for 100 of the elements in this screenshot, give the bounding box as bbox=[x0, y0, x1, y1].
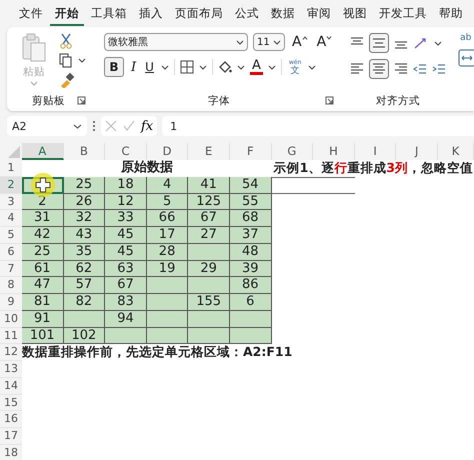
row-header[interactable]: 12 bbox=[0, 344, 22, 361]
row-header[interactable]: 4 bbox=[0, 210, 22, 227]
fill-bucket-icon[interactable] bbox=[218, 60, 232, 74]
font-color-button[interactable]: A bbox=[250, 60, 263, 74]
row-header[interactable]: 8 bbox=[0, 277, 22, 294]
table-cell: 39 bbox=[230, 260, 272, 278]
column-header[interactable]: F bbox=[230, 143, 272, 160]
table-cell: 125 bbox=[188, 194, 230, 210]
column-header[interactable]: C bbox=[105, 143, 147, 160]
column-header[interactable]: J bbox=[396, 143, 438, 160]
caret-icon[interactable] bbox=[434, 40, 442, 46]
name-box[interactable]: A2 bbox=[7, 116, 87, 136]
row-header[interactable]: 11 bbox=[0, 328, 22, 344]
copy-icon[interactable] bbox=[59, 53, 73, 68]
shrink-font-button[interactable]: A bbox=[314, 34, 334, 50]
row-header[interactable]: 3 bbox=[0, 194, 22, 210]
row-header[interactable]: 6 bbox=[0, 244, 22, 260]
menu-tab[interactable]: 帮助 bbox=[434, 2, 468, 26]
caret-icon[interactable] bbox=[160, 64, 169, 70]
row-header[interactable]: 15 bbox=[0, 394, 22, 412]
row-header[interactable]: 9 bbox=[0, 294, 22, 311]
table-cell: 25 bbox=[22, 244, 64, 260]
formula-field[interactable]: 1 bbox=[162, 116, 474, 136]
row-header[interactable]: 10 bbox=[0, 310, 22, 328]
column-header[interactable]: H bbox=[313, 143, 355, 160]
menu-tab[interactable]: 数据 bbox=[266, 2, 300, 26]
decrease-indent-icon[interactable] bbox=[413, 62, 428, 76]
caret-down-icon bbox=[326, 36, 332, 40]
more-icon[interactable] bbox=[92, 120, 96, 132]
row-header[interactable]: 2 bbox=[0, 176, 22, 194]
group-label: 对齐方式 bbox=[376, 94, 420, 108]
caret-icon[interactable] bbox=[198, 64, 207, 70]
row-header[interactable]: 13 bbox=[0, 361, 22, 378]
row-header[interactable]: 18 bbox=[0, 444, 22, 460]
menu-tab[interactable]: 审阅 bbox=[302, 2, 336, 26]
row-header[interactable]: 1 bbox=[0, 160, 22, 177]
table-cell: 25 bbox=[64, 176, 106, 194]
column-header[interactable]: B bbox=[64, 143, 106, 160]
table-cell: 45 bbox=[105, 227, 147, 244]
borders-icon[interactable] bbox=[180, 60, 194, 74]
table-cell: 86 bbox=[230, 277, 272, 294]
menu-tab[interactable]: 页面布局 bbox=[170, 2, 228, 26]
column-header[interactable]: K bbox=[438, 143, 474, 160]
align-center-icon[interactable] bbox=[369, 59, 390, 79]
check-icon[interactable] bbox=[123, 120, 135, 132]
column-header[interactable]: A bbox=[22, 143, 64, 160]
column-header[interactable]: I bbox=[354, 143, 396, 160]
align-middle-icon[interactable] bbox=[369, 33, 390, 53]
table-cell: 5 bbox=[146, 194, 188, 210]
row-header[interactable]: 14 bbox=[0, 378, 22, 394]
column-header[interactable]: G bbox=[272, 143, 314, 160]
menu-tab[interactable]: 开发工具 bbox=[374, 2, 432, 26]
wrap-text-button[interactable]: ab bbox=[458, 33, 474, 43]
row-header[interactable]: 16 bbox=[0, 411, 22, 428]
caret-icon[interactable] bbox=[273, 40, 281, 44]
table-cell: 83 bbox=[105, 294, 147, 311]
table-cell: 57 bbox=[64, 277, 106, 294]
column-header[interactable]: D bbox=[146, 143, 188, 160]
table-cell: 102 bbox=[64, 328, 106, 344]
row-header[interactable]: 7 bbox=[0, 260, 22, 278]
cut-icon[interactable] bbox=[59, 33, 73, 49]
font-size-dropdown[interactable]: 11 bbox=[253, 33, 285, 51]
table-cell: 17 bbox=[146, 227, 188, 244]
caret-icon[interactable] bbox=[236, 40, 244, 44]
grow-font-button[interactable]: A bbox=[290, 34, 310, 50]
align-right-icon[interactable] bbox=[394, 62, 408, 76]
table-cell: 32 bbox=[64, 210, 106, 227]
table-cell: 33 bbox=[105, 210, 147, 227]
menu-tab[interactable]: 视图 bbox=[338, 2, 372, 26]
table-cell bbox=[146, 310, 188, 328]
dialog-launcher-icon[interactable] bbox=[325, 96, 334, 105]
table-cell: 66 bbox=[146, 210, 188, 227]
font-name-dropdown[interactable]: 微软雅黑 bbox=[104, 33, 248, 51]
format-painter-icon[interactable] bbox=[59, 72, 75, 88]
menu-tab[interactable]: 公式 bbox=[230, 2, 264, 26]
column-header[interactable]: E bbox=[188, 143, 230, 160]
row-header[interactable]: 17 bbox=[0, 428, 22, 445]
row-header[interactable]: 5 bbox=[0, 227, 22, 244]
insert-function-button[interactable]: fx bbox=[141, 118, 154, 134]
caret-icon[interactable] bbox=[268, 64, 276, 70]
menu-tab[interactable]: 文件 bbox=[14, 2, 48, 26]
underline-button[interactable]: U bbox=[143, 60, 156, 74]
table-cell bbox=[188, 277, 230, 294]
caret-icon[interactable] bbox=[236, 64, 245, 70]
menu-tab[interactable]: 插入 bbox=[134, 2, 168, 26]
table-cell: 27 bbox=[188, 227, 230, 244]
table-cell bbox=[230, 310, 272, 328]
bold-button[interactable]: B bbox=[104, 57, 124, 77]
increase-indent-icon[interactable] bbox=[432, 62, 446, 76]
table-cell: 82 bbox=[64, 294, 106, 311]
italic-button[interactable]: I bbox=[129, 60, 138, 74]
menu-tab[interactable]: 工具箱 bbox=[86, 2, 132, 26]
dialog-launcher-icon[interactable] bbox=[77, 96, 86, 105]
merge-center-icon[interactable] bbox=[458, 49, 474, 67]
align-left-icon[interactable] bbox=[350, 62, 364, 76]
table-cell bbox=[105, 328, 147, 344]
note-text: 数据重排操作前，先选定单元格区域：A2:F11 bbox=[22, 344, 294, 361]
caret-icon[interactable] bbox=[308, 64, 316, 70]
table-cell: 41 bbox=[188, 176, 230, 194]
caret-icon[interactable] bbox=[78, 58, 86, 63]
